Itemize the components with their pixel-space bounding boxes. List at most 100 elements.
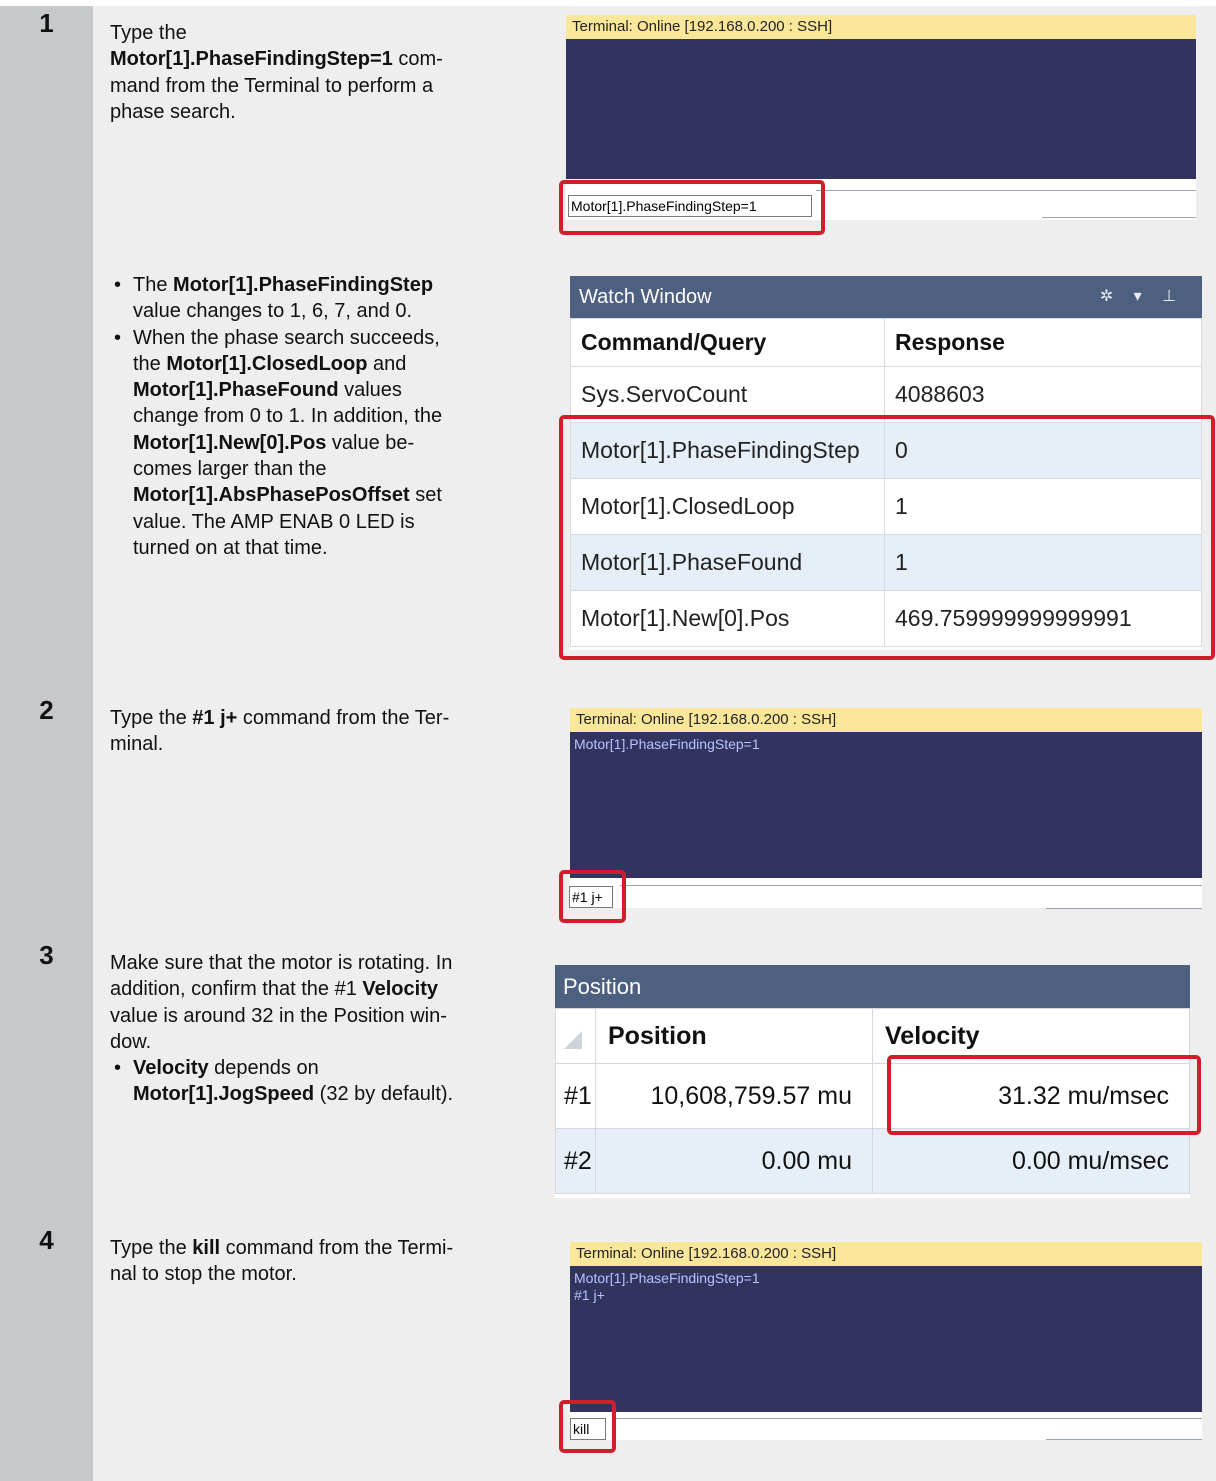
step-number: 1	[39, 8, 54, 38]
text-line: phase search.	[110, 100, 236, 123]
highlight-box	[559, 1400, 616, 1453]
text-line: Type the	[110, 22, 187, 44]
text-line: comes larger than the	[133, 458, 327, 481]
text-fragment: values	[338, 379, 402, 402]
variable-name: Motor[1].PhaseFindingStep	[173, 274, 434, 296]
terminal-divider	[1046, 908, 1202, 909]
terminal-divider	[1042, 217, 1196, 218]
text-line: addition, confirm that the #1 Velocity	[110, 976, 550, 1002]
step-1-bullets: • The Motor[1].PhaseFindingStep value ch…	[114, 272, 554, 561]
text-fragment: set	[409, 484, 442, 507]
text-fragment: (32 by default).	[314, 1083, 454, 1106]
text-line: mand from the Terminal to perform a	[110, 74, 434, 97]
variable-name: Motor[1].ClosedLoop	[166, 352, 368, 375]
column-header[interactable]: Command/Query	[570, 318, 885, 367]
step-2-description: Type the #1 j+ command from the Ter- min…	[110, 705, 550, 758]
text-fragment: and	[367, 352, 407, 375]
terminal-line: Motor[1].PhaseFindingStep=1	[574, 1270, 760, 1286]
terminal-window: Terminal: Online [192.168.0.200 : SSH] M…	[570, 708, 1202, 909]
command-text: Motor[1].PhaseFindingStep=1	[110, 48, 393, 71]
position-cell: 10,608,759.57 mu	[595, 1063, 873, 1129]
text-line: Motor[1].PhaseFound values	[133, 377, 554, 403]
command-text: kill	[192, 1237, 221, 1259]
bullet-dot: •	[114, 1057, 122, 1080]
column-header[interactable]: Response	[884, 318, 1202, 367]
terminal-divider	[612, 1418, 1202, 1419]
text-line: Velocity depends on	[133, 1055, 550, 1081]
field-name: Velocity	[362, 978, 438, 1001]
watch-window-title: Watch Window	[579, 286, 712, 308]
step-number-column: 2	[0, 693, 93, 938]
text-line: dow.	[110, 1030, 152, 1053]
step-number: 4	[39, 1225, 54, 1255]
text-line: change from 0 to 1. In addition, the	[133, 405, 443, 428]
text-fragment: command from the Ter-	[237, 707, 450, 729]
text-fragment: command from the Termi-	[220, 1237, 454, 1259]
bullet-dot: •	[114, 326, 122, 349]
step-number: 2	[39, 695, 54, 725]
command-text: #1 j+	[192, 707, 238, 729]
text-line: value changes to 1, 6, 7, and 0.	[133, 300, 413, 323]
bullet-dot: •	[114, 274, 122, 296]
column-header[interactable]: Position	[595, 1008, 873, 1064]
variable-name: Motor[1].New[0].Pos	[133, 431, 327, 454]
terminal-line: #1 j+	[574, 1287, 605, 1303]
terminal-window: Terminal: Online [192.168.0.200 : SSH] M…	[570, 1242, 1202, 1440]
select-all-corner-icon[interactable]	[564, 1030, 582, 1049]
row-header: #1	[555, 1063, 596, 1129]
position-window-title: Position	[555, 965, 1190, 1008]
text-line: minal.	[110, 733, 164, 756]
step-1-description: Type the Motor[1].PhaseFindingStep=1 com…	[110, 20, 550, 125]
bullet-item: • When the phase search succeeds, the Mo…	[114, 325, 554, 562]
position-cell: 0.00 mu	[595, 1128, 873, 1194]
table-row[interactable]: #2 0.00 mu 0.00 mu/msec	[555, 1128, 1190, 1194]
terminal-title: Terminal: Online [192.168.0.200 : SSH]	[570, 1242, 1202, 1267]
terminal-divider	[816, 190, 1196, 191]
text-line: Type the kill command from the Termi-	[110, 1235, 550, 1261]
step-number-column: 1	[0, 6, 93, 693]
velocity-cell: 0.00 mu/msec	[872, 1128, 1190, 1194]
text-fragment: Type the	[110, 1237, 193, 1259]
text-line: nal to stop the motor.	[110, 1263, 297, 1286]
terminal-line: Motor[1].PhaseFindingStep=1	[574, 736, 760, 752]
terminal-divider	[1046, 1439, 1202, 1440]
step-number-column: 3	[0, 938, 93, 1223]
text-fragment: The	[133, 274, 174, 296]
bullet-item: • The Motor[1].PhaseFindingStep value ch…	[114, 272, 554, 325]
corner-cell	[555, 1008, 596, 1064]
variable-name: Motor[1].PhaseFound	[133, 379, 339, 402]
text-line: value. The AMP ENAB 0 LED is	[133, 510, 415, 533]
text-fragment: depends on	[208, 1057, 319, 1080]
text-line: value is around 32 in the Position win-	[110, 1004, 447, 1027]
text-line: Motor[1].AbsPhasePosOffset set	[133, 482, 554, 508]
terminal-divider	[620, 885, 1202, 886]
variable-name: Motor[1].JogSpeed	[133, 1083, 315, 1106]
terminal-title: Terminal: Online [192.168.0.200 : SSH]	[570, 708, 1202, 733]
text-line: Motor[1].PhaseFindingStep=1 com-	[110, 46, 550, 72]
watch-window-title-bar: Watch Window ✲ ▾ ⊥	[570, 276, 1202, 318]
text-line: Motor[1].New[0].Pos value be-	[133, 430, 554, 456]
text-line: Motor[1].JogSpeed (32 by default).	[133, 1081, 550, 1107]
terminal-title: Terminal: Online [192.168.0.200 : SSH]	[566, 15, 1196, 40]
text-line: The Motor[1].PhaseFindingStep	[133, 272, 554, 298]
window-controls-icon[interactable]: ✲ ▾ ⊥	[1100, 276, 1184, 318]
step-3-description: Make sure that the motor is rotating. In…	[110, 950, 550, 1108]
highlight-box	[559, 180, 825, 235]
text-line: Make sure that the motor is rotating. In	[110, 952, 453, 974]
step-4-description: Type the kill command from the Termi- na…	[110, 1235, 550, 1288]
table-header-row: Command/Query Response	[570, 318, 1202, 367]
terminal-output	[566, 39, 1196, 179]
row-header: #2	[555, 1128, 596, 1194]
terminal-output: Motor[1].PhaseFindingStep=1	[570, 732, 1202, 878]
text-fragment: addition, confirm that the #1	[110, 978, 363, 1001]
text-line: turned on at that time.	[133, 536, 328, 559]
field-name: Velocity	[133, 1057, 209, 1080]
bullet-item: • Velocity depends on Motor[1].JogSpeed …	[114, 1055, 550, 1108]
text-fragment: Type the	[110, 707, 193, 729]
text-line: Type the #1 j+ command from the Ter-	[110, 705, 550, 731]
highlight-box	[559, 870, 626, 923]
highlight-box	[887, 1055, 1201, 1135]
step-number: 3	[39, 940, 54, 970]
text-line: the Motor[1].ClosedLoop and	[133, 351, 554, 377]
variable-name: Motor[1].AbsPhasePosOffset	[133, 484, 410, 507]
